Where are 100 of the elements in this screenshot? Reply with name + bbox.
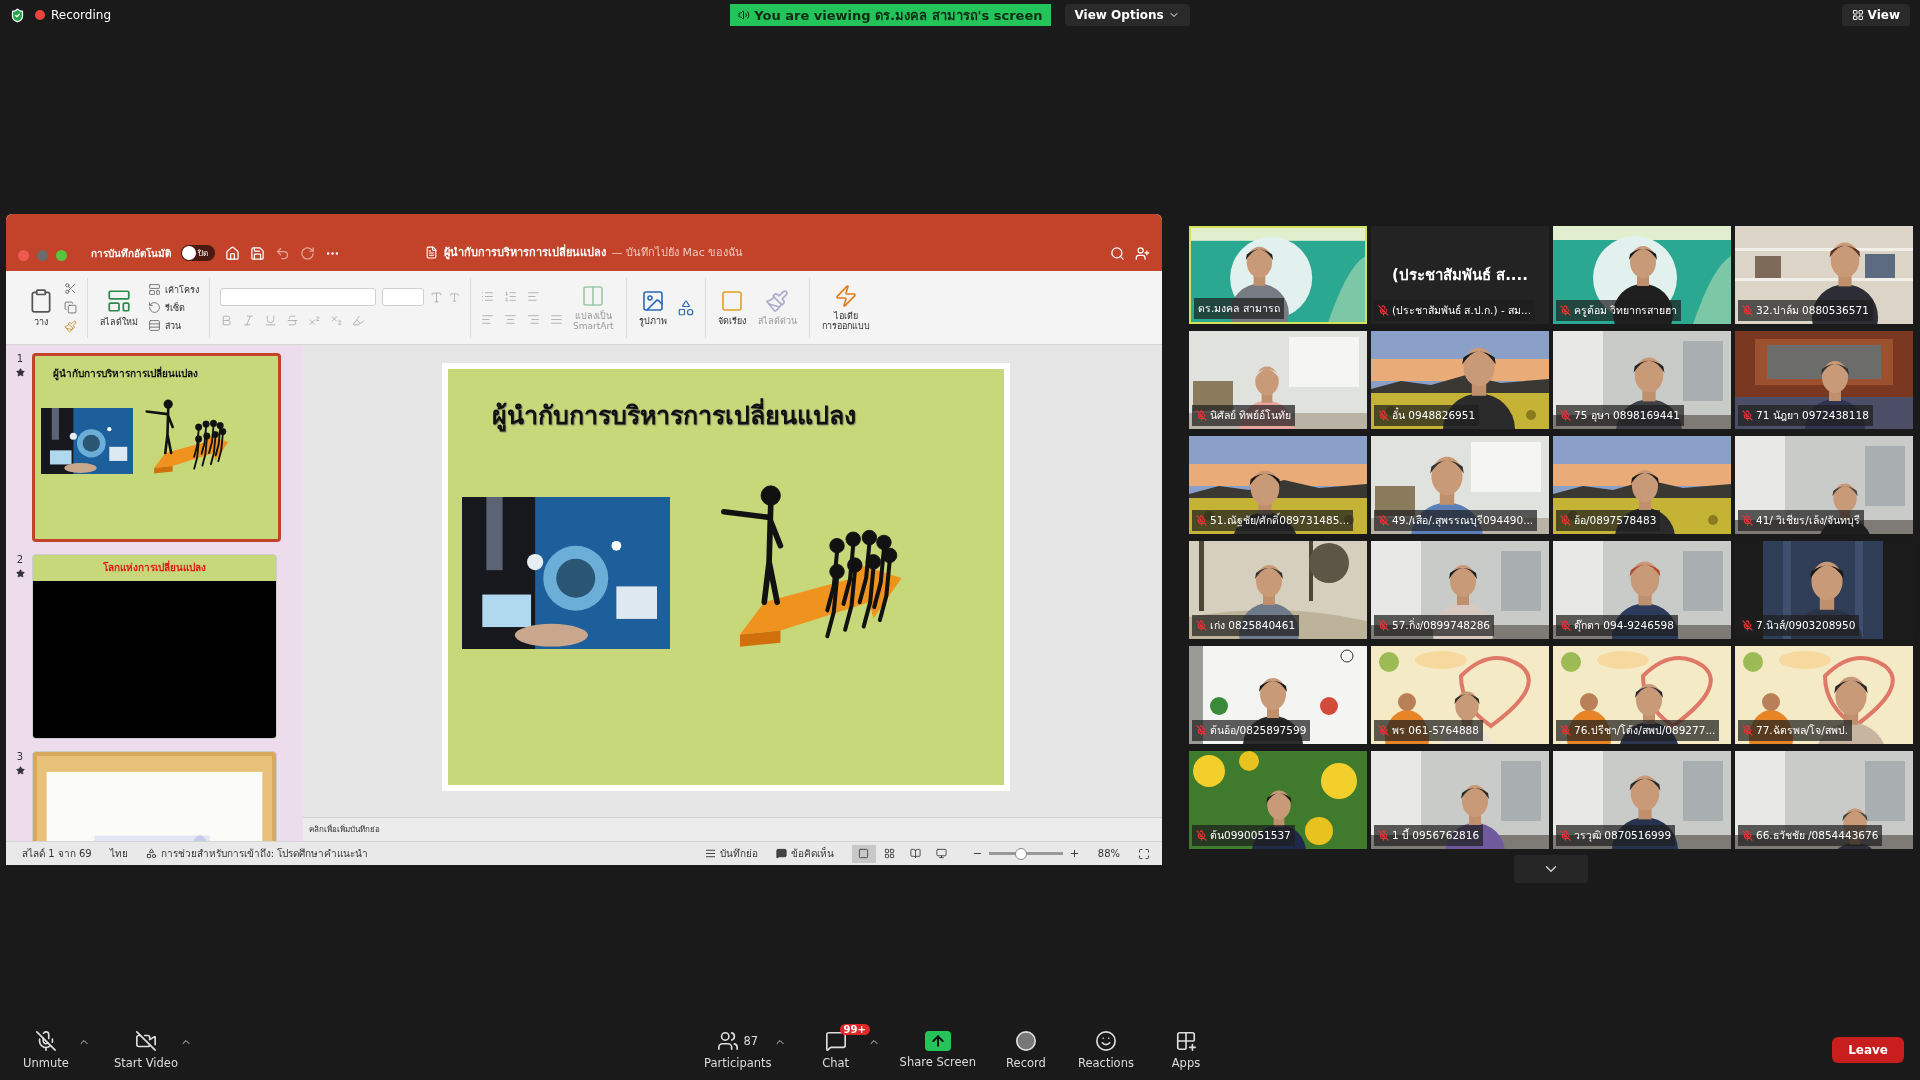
save-icon bbox=[250, 246, 265, 261]
zoom-slider-thumb[interactable] bbox=[1014, 847, 1027, 860]
comment-icon bbox=[775, 848, 787, 859]
slide-title: โลกแห่งการเปลี่ยนแปลง bbox=[102, 559, 207, 575]
justify-icon bbox=[550, 312, 563, 326]
paste-button[interactable]: วาง bbox=[26, 287, 56, 328]
comments-button[interactable]: ข้อคิดเห็น bbox=[775, 846, 834, 861]
arrange-button[interactable]: จัดเรียง bbox=[715, 288, 748, 327]
save-location: — บันทึกไปยัง Mac ของฉัน bbox=[611, 245, 744, 261]
view-mode-icon bbox=[936, 848, 948, 859]
copy-icon bbox=[64, 301, 77, 314]
clipboard-icon bbox=[28, 287, 54, 314]
participant-name: 76.ปรีชา/โต้ง/สพป/089277... bbox=[1574, 723, 1716, 738]
share-screen-button[interactable]: Share Screen bbox=[899, 1031, 976, 1069]
participant-name: เก่ง 0825840461 bbox=[1210, 618, 1296, 633]
unmute-button[interactable]: Unmute bbox=[16, 1030, 76, 1070]
align-center-icon bbox=[504, 312, 517, 326]
participant-name: 7.นิวส์/0903208950 bbox=[1756, 618, 1856, 633]
reset-button[interactable]: รีเซ็ต bbox=[148, 300, 199, 315]
notes-button[interactable]: บันทึกย่อ bbox=[704, 846, 758, 861]
shrink-font-icon bbox=[449, 291, 460, 303]
shapes-icon bbox=[676, 298, 695, 317]
autosave-toggle[interactable]: ปิด bbox=[181, 245, 215, 261]
animation-star-icon bbox=[15, 368, 25, 377]
unread-badge: 99+ bbox=[839, 1024, 870, 1035]
home-icon bbox=[225, 246, 240, 261]
add-person-icon bbox=[1135, 246, 1150, 261]
lightning-icon bbox=[833, 283, 858, 308]
picture-button[interactable]: รูปภาพ bbox=[636, 288, 669, 327]
reactions-button[interactable]: Reactions bbox=[1075, 1030, 1136, 1070]
reset-icon bbox=[148, 301, 161, 314]
apps-button[interactable]: Apps bbox=[1155, 1030, 1216, 1070]
accessibility-button[interactable]: การช่วยสำหรับการเข้าถึง: โปรดศึกษาคำแนะนำ bbox=[145, 846, 369, 861]
apps-icon bbox=[1174, 1030, 1197, 1052]
italic-icon bbox=[242, 314, 255, 327]
share-screen-icon bbox=[924, 1031, 951, 1051]
designer-button[interactable]: ไอเดีย การออกแบบ bbox=[819, 283, 872, 332]
participant-name: 66.ธวัชชัย /0854443676 bbox=[1756, 828, 1879, 843]
mic-off-icon bbox=[35, 1030, 57, 1052]
zoom-button[interactable] bbox=[56, 250, 67, 261]
participant-name: (ประชาสัมพันธ์ ส.ป.ก.) - สม... bbox=[1392, 303, 1532, 318]
participant-name: ครูต้อม วิทยากรสายฮา bbox=[1574, 303, 1678, 319]
participant-name: 32.ปาล์ม 0880536571 bbox=[1756, 303, 1869, 318]
participant-name: 41/ วิเชียร/เล้ง/จันทบุรี bbox=[1756, 513, 1861, 529]
zoom-in-icon bbox=[1068, 848, 1080, 859]
slide-number: 1 bbox=[16, 353, 24, 364]
home-button[interactable] bbox=[225, 246, 240, 261]
document-title: ผู้นำกับการบริหารการเปลี่ยนแปลง bbox=[443, 243, 606, 261]
section-icon bbox=[148, 319, 161, 332]
record-button[interactable]: Record bbox=[995, 1030, 1056, 1070]
font-size-field[interactable] bbox=[382, 288, 424, 306]
recording-dot-icon bbox=[35, 10, 45, 20]
strikethrough-icon bbox=[286, 314, 299, 327]
highlight-icon bbox=[352, 314, 365, 327]
participant-name: 77.ฉัตรพล/โจ/สพป. bbox=[1756, 723, 1849, 738]
participants-icon bbox=[717, 1030, 740, 1052]
new-slide-button[interactable]: สไลด์ใหม่ bbox=[98, 287, 140, 328]
save-button[interactable] bbox=[250, 246, 265, 261]
share-button[interactable] bbox=[1135, 246, 1150, 261]
recording-label: Recording bbox=[51, 8, 112, 22]
participant-name: อ้อ/0897578483 bbox=[1574, 513, 1657, 528]
participant-name: อั๋น 0948826951 bbox=[1392, 407, 1476, 423]
picture-icon bbox=[640, 288, 665, 313]
view-button[interactable]: View bbox=[1841, 4, 1910, 26]
redo-icon bbox=[300, 246, 315, 261]
slide-thumbnail[interactable]: ผู้นำกับการบริหารการเปลี่ยนแปลง bbox=[32, 353, 281, 542]
participant-name: 51.ณัฐชัย/ศักดิ์089731485... bbox=[1210, 512, 1350, 529]
participant-display-name: (ประชาสัมพันธ์ ส.... bbox=[1392, 265, 1528, 286]
participant-name: 57.กิ่ง/0899748286 bbox=[1392, 617, 1491, 633]
view-options-button[interactable]: View Options bbox=[1064, 4, 1190, 26]
numbering-icon bbox=[504, 289, 517, 303]
slide-count: สไลด์ 1 จาก 69 bbox=[22, 847, 92, 861]
undo-button[interactable] bbox=[275, 246, 290, 261]
bullets-icon bbox=[481, 289, 494, 303]
participant-name: 71 นัฎยา 0972438118 bbox=[1756, 408, 1869, 423]
slide-title: ผู้นำกับการบริหารการเปลี่ยนแปลง bbox=[447, 369, 1004, 435]
font-name-field[interactable] bbox=[220, 288, 376, 306]
slide-title: ผู้นำกับการบริหารการเปลี่ยนแปลง bbox=[52, 365, 199, 381]
align-left-icon bbox=[481, 312, 494, 326]
search-button[interactable] bbox=[1110, 246, 1125, 261]
participant-name: 1 บี้ 0956762816 bbox=[1392, 827, 1480, 843]
participant-name: วรวุฒิ 0870516999 bbox=[1574, 828, 1672, 844]
autosave-label: การบันทึกอัตโนมัติ bbox=[91, 247, 171, 261]
layout-button[interactable]: เค้าโครง bbox=[148, 282, 199, 297]
notes-icon bbox=[704, 848, 716, 859]
leave-button[interactable]: Leave bbox=[1832, 1037, 1904, 1063]
document-icon bbox=[424, 245, 438, 259]
participant-name: ดร.มงคล สามารถ bbox=[1198, 301, 1280, 316]
view-mode-button[interactable] bbox=[851, 844, 876, 863]
section-button[interactable]: ส่วน bbox=[148, 318, 199, 333]
slide-number: 2 bbox=[16, 554, 24, 565]
record-icon bbox=[1014, 1030, 1037, 1052]
participants-button[interactable]: 87 Participants bbox=[704, 1030, 772, 1070]
start-video-button[interactable]: Start Video bbox=[114, 1030, 178, 1070]
cut-icon bbox=[64, 282, 77, 295]
format-painter-icon bbox=[64, 320, 77, 333]
participant-name: ต้นอ้อ/0825897599 bbox=[1210, 723, 1307, 738]
notes-placeholder[interactable]: คลิกเพื่อเพิ่มบันทึกย่อ bbox=[309, 823, 380, 836]
redo-button[interactable] bbox=[300, 246, 315, 261]
security-shield-icon bbox=[10, 7, 25, 23]
